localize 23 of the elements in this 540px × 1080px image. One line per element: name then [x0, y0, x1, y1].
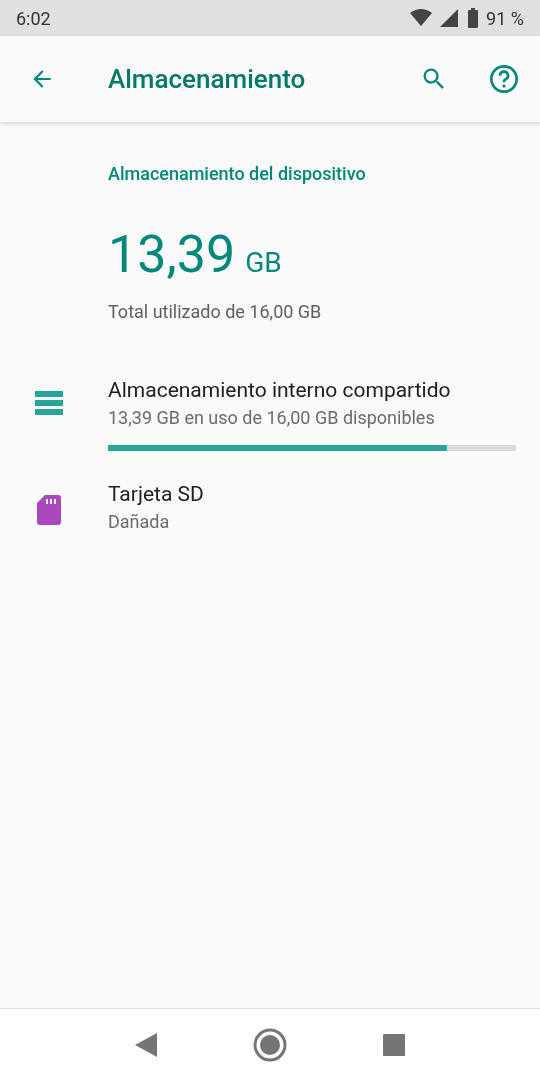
usage-caption: Total utilizado de 16,00 GB	[108, 300, 323, 324]
battery-icon	[468, 8, 479, 28]
back-triangle-icon	[135, 1032, 157, 1057]
used-unit: GB	[245, 245, 282, 281]
home-circle-icon	[253, 1027, 287, 1062]
storage-item[interactable]: Almacenamiento interno compartido 13,39 GB en uso de 16,00 GB disponibles	[0, 361, 540, 465]
item-title: Tarjeta SD	[108, 481, 205, 508]
used-amount: 13,39	[108, 229, 236, 281]
battery-percent: 91 %	[486, 6, 524, 31]
item-title: Almacenamiento interno compartido	[108, 377, 452, 404]
storage-item[interactable]: Tarjeta SD Dañada	[0, 465, 540, 549]
item-subtitle: Dañada	[108, 510, 171, 534]
section-header: Almacenamiento del dispositivo	[108, 162, 367, 186]
recents-nav-button[interactable]	[383, 1033, 405, 1056]
square-icon	[383, 1033, 405, 1056]
home-nav-button[interactable]	[253, 1027, 287, 1062]
item-subtitle: 13,39 GB en uso de 16,00 GB disponibles	[108, 406, 436, 430]
signal-icon	[440, 9, 459, 27]
help-icon	[488, 63, 520, 95]
back-nav-button[interactable]	[135, 1032, 157, 1057]
wifi-icon	[410, 9, 433, 27]
toolbar-title: Almacenamiento	[108, 62, 306, 96]
status-time: 6:02	[16, 6, 51, 31]
